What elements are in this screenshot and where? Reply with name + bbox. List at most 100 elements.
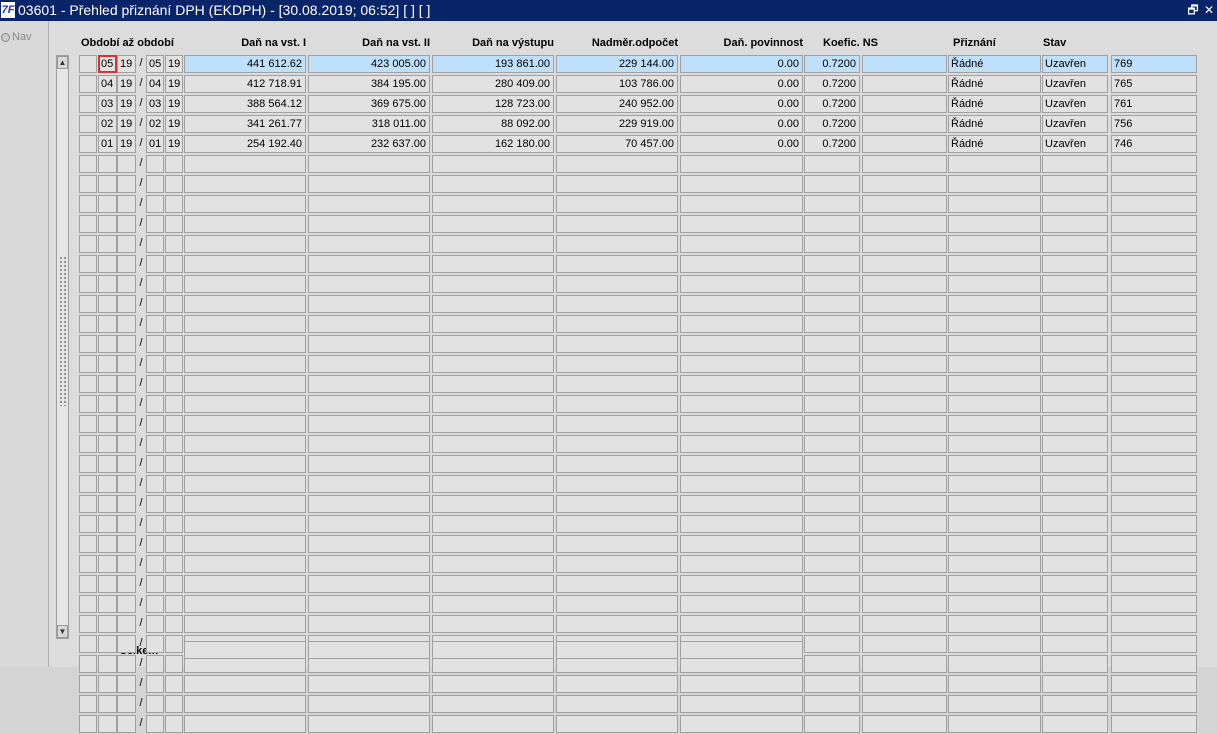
cell-id[interactable] bbox=[1111, 535, 1197, 553]
cell-dan-vystup[interactable] bbox=[432, 495, 554, 513]
cell-dan-vst-1[interactable] bbox=[184, 415, 306, 433]
cell-priznani[interactable] bbox=[948, 435, 1041, 453]
cell-ns[interactable] bbox=[862, 315, 947, 333]
cell-ns[interactable] bbox=[862, 675, 947, 693]
cell-selector[interactable] bbox=[79, 455, 97, 473]
cell-priznani[interactable] bbox=[948, 495, 1041, 513]
cell-from-y[interactable] bbox=[117, 235, 136, 253]
cell-stav[interactable] bbox=[1042, 195, 1108, 213]
cell-dan-vst-1[interactable]: 341 261.77 bbox=[184, 115, 306, 133]
cell-povinnost[interactable] bbox=[680, 415, 803, 433]
cell-to-m[interactable] bbox=[146, 155, 164, 173]
cell-stav[interactable] bbox=[1042, 675, 1108, 693]
cell-nadmer[interactable] bbox=[556, 475, 678, 493]
cell-to-y[interactable] bbox=[165, 555, 183, 573]
cell-stav[interactable] bbox=[1042, 435, 1108, 453]
cell-stav[interactable] bbox=[1042, 515, 1108, 533]
cell-from-y[interactable]: 19 bbox=[117, 95, 136, 113]
cell-to-y[interactable] bbox=[165, 375, 183, 393]
cell-ns[interactable] bbox=[862, 175, 947, 193]
cell-dan-vystup[interactable] bbox=[432, 575, 554, 593]
cell-from-m[interactable] bbox=[98, 155, 117, 173]
cell-from-m[interactable] bbox=[98, 435, 117, 453]
cell-to-y[interactable]: 19 bbox=[165, 75, 183, 93]
cell-dan-vst-2[interactable] bbox=[308, 235, 430, 253]
cell-povinnost[interactable] bbox=[680, 595, 803, 613]
cell-stav[interactable] bbox=[1042, 235, 1108, 253]
cell-from-m[interactable] bbox=[98, 375, 117, 393]
cell-to-m[interactable]: 04 bbox=[146, 75, 164, 93]
cell-from-y[interactable] bbox=[117, 175, 136, 193]
cell-koefic[interactable] bbox=[804, 295, 860, 313]
table-row[interactable]: / bbox=[49, 514, 1217, 534]
table-row[interactable]: / bbox=[49, 414, 1217, 434]
cell-povinnost[interactable] bbox=[680, 175, 803, 193]
cell-from-m[interactable] bbox=[98, 255, 117, 273]
cell-dan-vst-2[interactable]: 369 675.00 bbox=[308, 95, 430, 113]
cell-priznani[interactable] bbox=[948, 195, 1041, 213]
cell-dan-vst-1[interactable] bbox=[184, 535, 306, 553]
cell-priznani[interactable] bbox=[948, 715, 1041, 733]
cell-to-m[interactable] bbox=[146, 535, 164, 553]
cell-dan-vst-2[interactable] bbox=[308, 495, 430, 513]
cell-priznani[interactable]: Řádné bbox=[948, 75, 1041, 93]
cell-to-y[interactable]: 19 bbox=[165, 115, 183, 133]
cell-nadmer[interactable] bbox=[556, 575, 678, 593]
cell-stav[interactable] bbox=[1042, 355, 1108, 373]
cell-to-y[interactable] bbox=[165, 195, 183, 213]
cell-stav[interactable] bbox=[1042, 415, 1108, 433]
cell-selector[interactable] bbox=[79, 515, 97, 533]
cell-nadmer[interactable]: 229 919.00 bbox=[556, 115, 678, 133]
cell-dan-vystup[interactable] bbox=[432, 395, 554, 413]
cell-from-m[interactable] bbox=[98, 395, 117, 413]
cell-dan-vst-1[interactable] bbox=[184, 515, 306, 533]
cell-ns[interactable] bbox=[862, 295, 947, 313]
cell-stav[interactable] bbox=[1042, 595, 1108, 613]
cell-to-y[interactable] bbox=[165, 295, 183, 313]
cell-priznani[interactable] bbox=[948, 575, 1041, 593]
table-row[interactable]: / bbox=[49, 614, 1217, 634]
cell-povinnost[interactable] bbox=[680, 435, 803, 453]
cell-koefic[interactable] bbox=[804, 395, 860, 413]
cell-id[interactable] bbox=[1111, 355, 1197, 373]
cell-from-y[interactable] bbox=[117, 535, 136, 553]
cell-to-m[interactable] bbox=[146, 255, 164, 273]
cell-from-y[interactable] bbox=[117, 315, 136, 333]
cell-from-y[interactable] bbox=[117, 335, 136, 353]
cell-from-m[interactable]: 05 bbox=[98, 55, 117, 73]
cell-dan-vst-2[interactable] bbox=[308, 395, 430, 413]
cell-selector[interactable] bbox=[79, 215, 97, 233]
cell-koefic[interactable] bbox=[804, 195, 860, 213]
cell-to-y[interactable] bbox=[165, 235, 183, 253]
cell-koefic[interactable] bbox=[804, 475, 860, 493]
cell-from-m[interactable] bbox=[98, 275, 117, 293]
cell-id[interactable] bbox=[1111, 235, 1197, 253]
table-row[interactable]: / bbox=[49, 334, 1217, 354]
table-row[interactable]: / bbox=[49, 714, 1217, 734]
cell-ns[interactable] bbox=[862, 335, 947, 353]
cell-selector[interactable] bbox=[79, 75, 97, 93]
cell-id[interactable] bbox=[1111, 375, 1197, 393]
cell-to-y[interactable]: 19 bbox=[165, 135, 183, 153]
cell-priznani[interactable]: Řádné bbox=[948, 55, 1041, 73]
cell-povinnost[interactable]: 0.00 bbox=[680, 75, 803, 93]
table-row[interactable]: / bbox=[49, 674, 1217, 694]
cell-from-y[interactable] bbox=[117, 615, 136, 633]
cell-stav[interactable] bbox=[1042, 455, 1108, 473]
cell-priznani[interactable]: Řádné bbox=[948, 135, 1041, 153]
table-row[interactable]: 02 19/02 19 341 261.77 318 011.00 88 092.00 22… bbox=[49, 114, 1217, 134]
cell-dan-vst-1[interactable] bbox=[184, 355, 306, 373]
cell-from-y[interactable] bbox=[117, 355, 136, 373]
cell-dan-vst-2[interactable] bbox=[308, 555, 430, 573]
cell-from-y[interactable] bbox=[117, 555, 136, 573]
cell-selector[interactable] bbox=[79, 555, 97, 573]
cell-to-m[interactable] bbox=[146, 575, 164, 593]
cell-dan-vystup[interactable] bbox=[432, 255, 554, 273]
cell-from-y[interactable] bbox=[117, 715, 136, 733]
cell-stav[interactable] bbox=[1042, 215, 1108, 233]
cell-to-m[interactable] bbox=[146, 415, 164, 433]
cell-selector[interactable] bbox=[79, 235, 97, 253]
cell-from-m[interactable] bbox=[98, 455, 117, 473]
cell-koefic[interactable] bbox=[804, 575, 860, 593]
cell-povinnost[interactable] bbox=[680, 275, 803, 293]
